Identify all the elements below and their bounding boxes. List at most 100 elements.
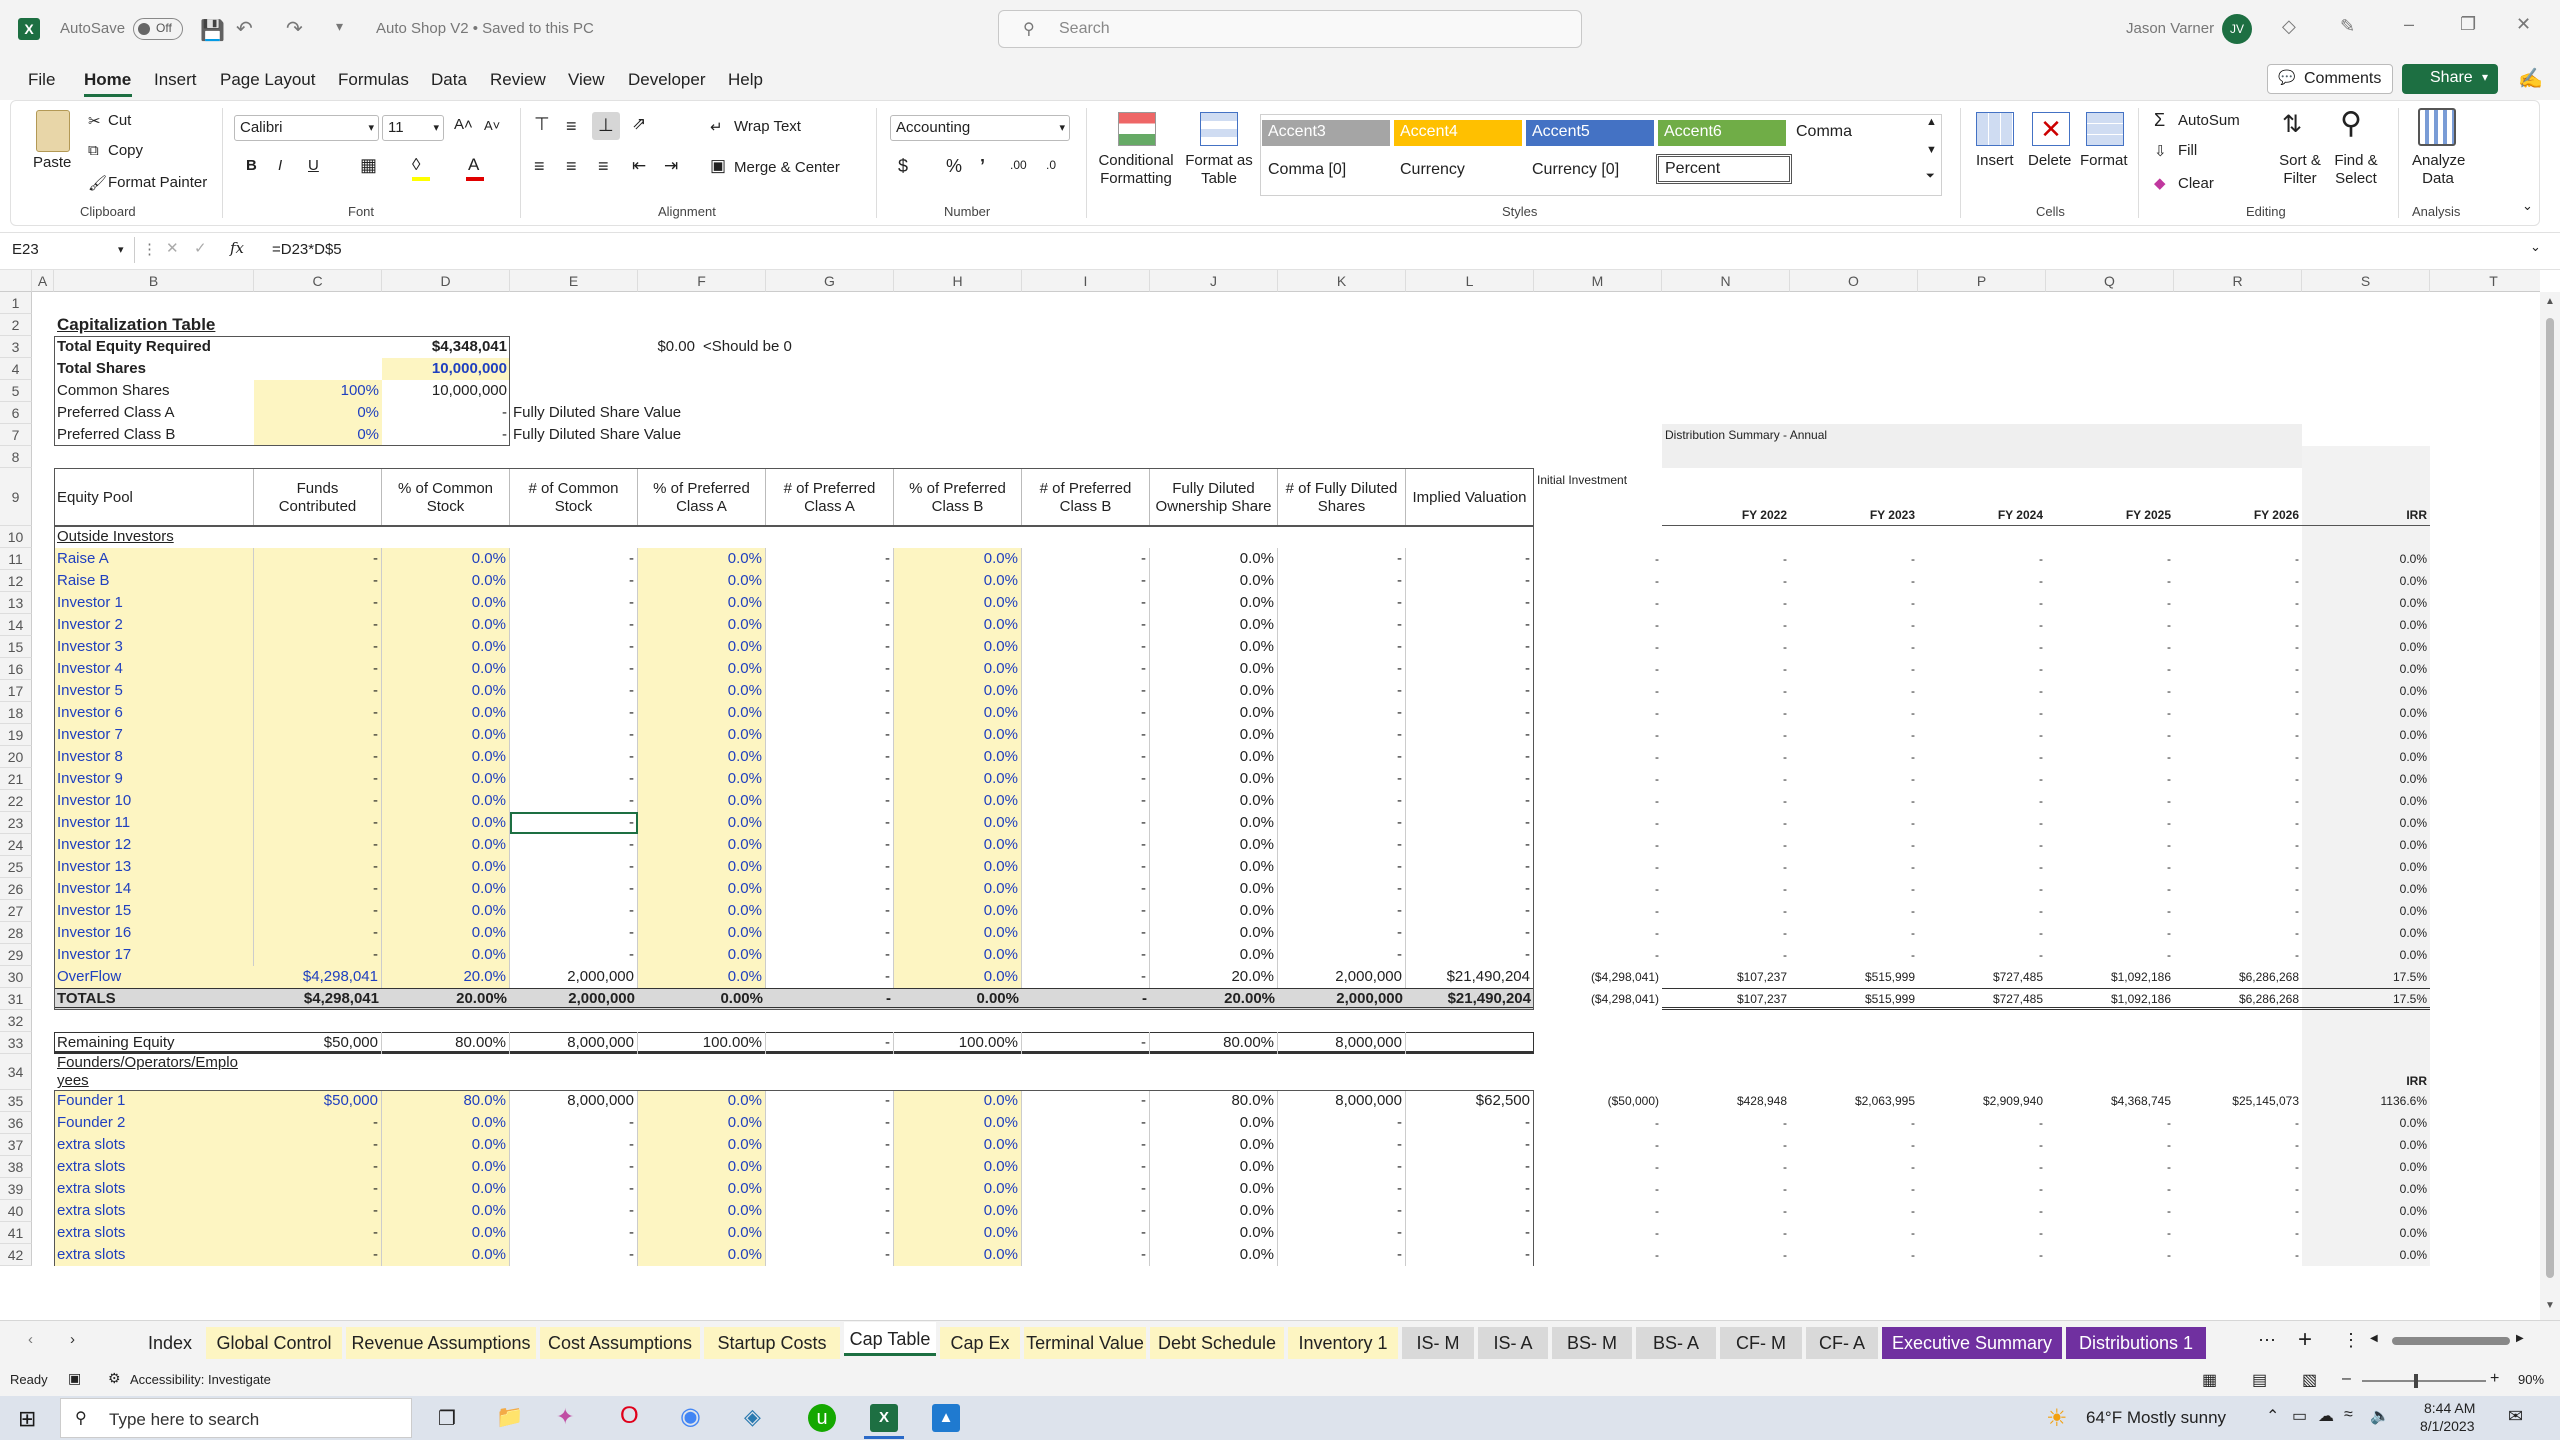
row-header-32[interactable]: 32 [0,1010,32,1032]
table-cell[interactable]: - [254,856,382,878]
menu-home[interactable]: Home [84,70,131,90]
investor-name-input[interactable]: Investor 9 [54,768,254,790]
row-header-18[interactable]: 18 [0,702,32,724]
more-sheets-icon[interactable]: ⋯ [2258,1330,2276,1351]
minimize-icon[interactable]: – [2404,14,2414,35]
founder-name-input[interactable]: extra slots [54,1156,254,1178]
volume-icon[interactable]: 🔈 [2370,1406,2390,1426]
pen-icon[interactable]: ✎ [2340,16,2355,37]
row-header-17[interactable]: 17 [0,680,32,702]
gallery-down-icon[interactable]: ▼ [1926,144,1937,156]
table-cell[interactable]: 0.0% [894,900,1022,922]
row-header-2[interactable]: 2 [0,314,32,336]
gallery-more-icon[interactable]: ⏷ [1926,170,1935,183]
row-header-28[interactable]: 28 [0,922,32,944]
align-right-icon[interactable]: ≡ [598,156,609,177]
investor-name-input[interactable]: Investor 6 [54,702,254,724]
table-cell[interactable]: - [254,1200,382,1222]
table-cell[interactable]: - [254,812,382,834]
row-header-36[interactable]: 36 [0,1112,32,1134]
align-bottom-button[interactable]: ⊥ [592,112,620,140]
fill-icon[interactable]: ⇩ [2154,142,2167,160]
number-format-select[interactable]: Accounting ▾ [890,115,1070,141]
table-cell[interactable]: 0.0% [894,878,1022,900]
zoom-slider[interactable] [2362,1380,2486,1382]
menu-developer[interactable]: Developer [628,70,706,90]
format-cells-icon[interactable] [2086,112,2124,146]
sheet-tab-startup-costs[interactable]: Startup Costs [704,1327,840,1359]
autosum-icon[interactable]: Σ [2154,110,2165,131]
table-cell[interactable]: - [254,658,382,680]
font-name-select[interactable]: Calibri ▾ [234,115,379,141]
collapse-ribbon-icon[interactable]: ⌄ [2522,198,2533,214]
table-cell[interactable]: 0.0% [382,592,510,614]
sheet-tab-cf-a[interactable]: CF- A [1806,1327,1878,1359]
cancel-icon[interactable]: ✕ [166,239,179,257]
show-hidden-icons[interactable]: ⌃ [2266,1406,2279,1426]
table-cell[interactable]: 0.0% [382,1178,510,1200]
sheet-tab-distributions-1[interactable]: Distributions 1 [2066,1327,2206,1359]
column-header-o[interactable]: O [1790,270,1918,292]
table-cell[interactable]: 0.0% [894,636,1022,658]
currency-icon[interactable]: $ [898,156,908,177]
row-header-26[interactable]: 26 [0,878,32,900]
insert-cells-icon[interactable] [1976,112,2014,146]
prev-sheet-icon[interactable]: ‹ [28,1331,33,1348]
founder-name-input[interactable]: Founder 2 [54,1112,254,1134]
table-cell[interactable]: 0.0% [894,570,1022,592]
menu-data[interactable]: Data [431,70,467,90]
table-cell[interactable]: - [254,592,382,614]
menu-review[interactable]: Review [490,70,546,90]
autosum-button[interactable]: AutoSum [2178,112,2240,129]
zoom-level[interactable]: 90% [2518,1372,2544,1387]
table-cell[interactable]: 0.0% [638,746,766,768]
save-icon[interactable]: 💾 [200,18,225,43]
table-cell[interactable]: 0.0% [638,834,766,856]
table-cell[interactable]: 0.0% [382,878,510,900]
row-header-23[interactable]: 23 [0,812,32,834]
sheet-options-icon[interactable]: ⋮ [2342,1330,2360,1351]
table-cell[interactable]: - [254,570,382,592]
common-pct-input[interactable]: 100% [254,380,382,402]
table-cell[interactable]: 0.0% [894,658,1022,680]
zoom-in-icon[interactable]: + [2490,1370,2499,1388]
row-header-15[interactable]: 15 [0,636,32,658]
table-cell[interactable]: 0.0% [382,834,510,856]
row-header-8[interactable]: 8 [0,446,32,468]
table-cell[interactable]: 0.0% [638,548,766,570]
row-header-16[interactable]: 16 [0,658,32,680]
table-cell[interactable]: 0.0% [382,768,510,790]
column-header-c[interactable]: C [254,270,382,292]
excel-taskbar-icon[interactable]: X [870,1404,898,1432]
column-header-q[interactable]: Q [2046,270,2174,292]
find-select-button[interactable]: Find & Select [2328,152,2384,188]
fill-button[interactable]: Fill [2178,142,2197,159]
menu-help[interactable]: Help [728,70,763,90]
row-header-13[interactable]: 13 [0,592,32,614]
italic-icon[interactable]: I [278,157,282,174]
row-header-40[interactable]: 40 [0,1200,32,1222]
menu-view[interactable]: View [568,70,605,90]
table-cell[interactable]: 0.0% [382,1134,510,1156]
table-cell[interactable]: 0.0% [638,614,766,636]
fill-color-icon[interactable]: ◊ [412,155,420,175]
merge-center-button[interactable]: Merge & Center [734,159,840,176]
sheet-tab-is-m[interactable]: IS- M [1402,1327,1474,1359]
scroll-left-icon[interactable]: ◀ [2370,1333,2378,1344]
table-cell[interactable]: 0.0% [382,658,510,680]
table-cell[interactable]: 0.0% [894,1156,1022,1178]
wifi-icon[interactable]: ≈ [2344,1406,2353,1424]
paste-button[interactable]: Paste [33,154,71,171]
table-cell[interactable]: 0.0% [894,834,1022,856]
restore-icon[interactable]: ❐ [2460,14,2476,35]
table-cell[interactable]: 0.0% [382,812,510,834]
founder-name-input[interactable]: Founder 1 [54,1090,254,1112]
row-header-12[interactable]: 12 [0,570,32,592]
column-header-k[interactable]: K [1278,270,1406,292]
row-header-1[interactable]: 1 [0,292,32,314]
cut-icon[interactable]: ✂ [88,112,101,130]
task-view-icon[interactable]: ❐ [438,1406,456,1431]
investor-name-input[interactable]: Investor 13 [54,856,254,878]
name-box[interactable]: E23 ▾ [6,237,135,263]
format-as-table-icon[interactable] [1200,112,1238,146]
